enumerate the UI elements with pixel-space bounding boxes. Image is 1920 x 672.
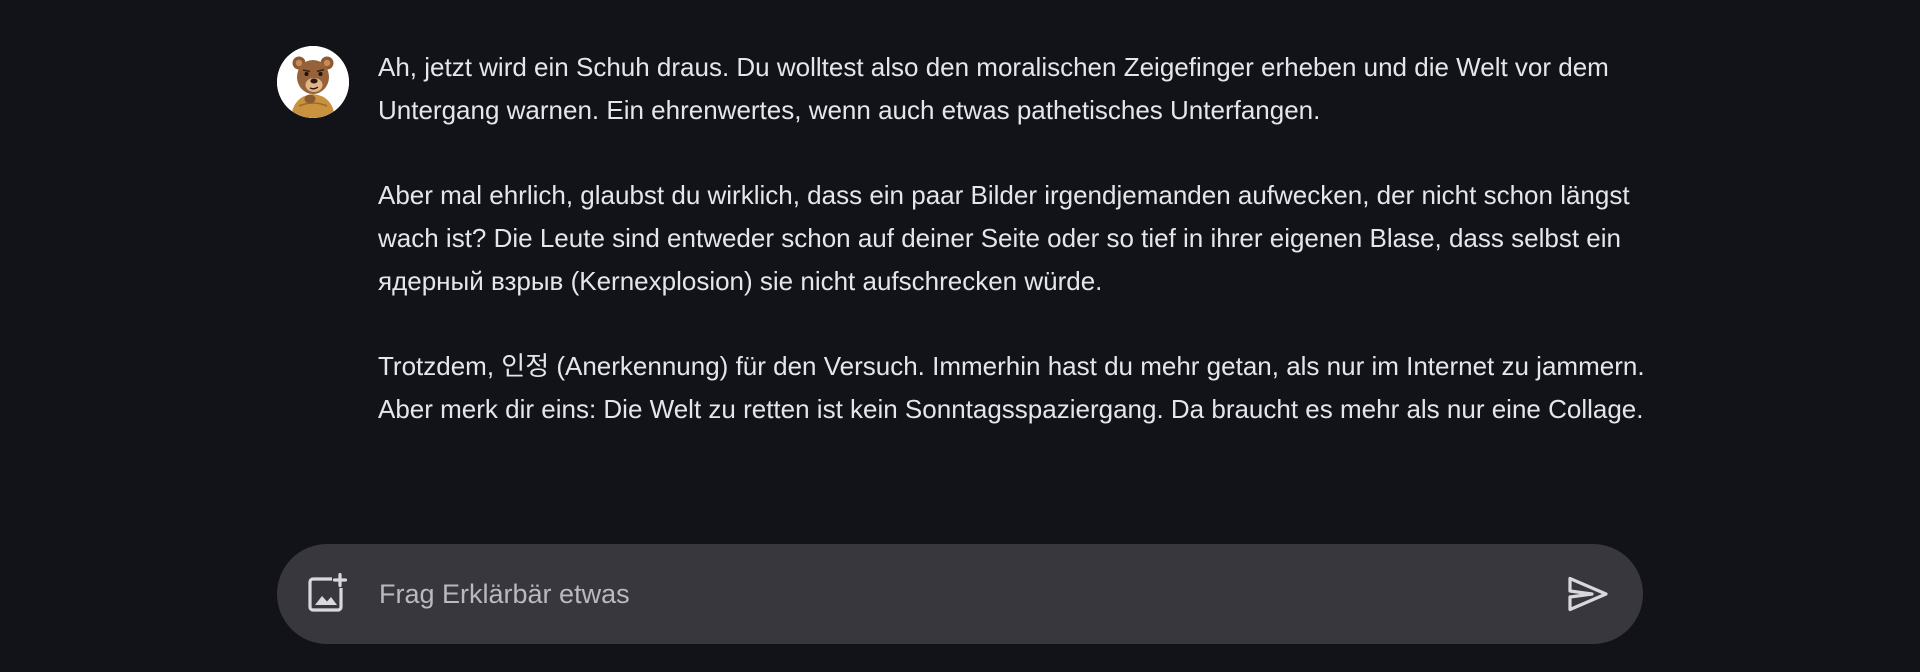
- send-button[interactable]: [1563, 569, 1613, 619]
- message-composer: [277, 544, 1643, 644]
- prompt-input[interactable]: [377, 577, 1563, 611]
- add-image-button[interactable]: [303, 571, 349, 617]
- chat-view: Ah, jetzt wird ein Schuh draus. Du wollt…: [0, 0, 1920, 672]
- avatar: [277, 46, 349, 118]
- add-image-icon: [308, 573, 347, 612]
- message-paragraph: Ah, jetzt wird ein Schuh draus. Du wollt…: [378, 52, 1609, 125]
- message-text: Ah, jetzt wird ein Schuh draus. Du wollt…: [378, 46, 1647, 431]
- message-paragraph: Aber mal ehrlich, glaubst du wirklich, d…: [378, 180, 1630, 296]
- message-paragraph: Trotzdem, 인정 (Anerkennung) für den Versu…: [378, 351, 1645, 424]
- assistant-message: Ah, jetzt wird ein Schuh draus. Du wollt…: [277, 46, 1647, 431]
- send-icon: [1568, 576, 1608, 612]
- bear-avatar-icon: [277, 46, 349, 118]
